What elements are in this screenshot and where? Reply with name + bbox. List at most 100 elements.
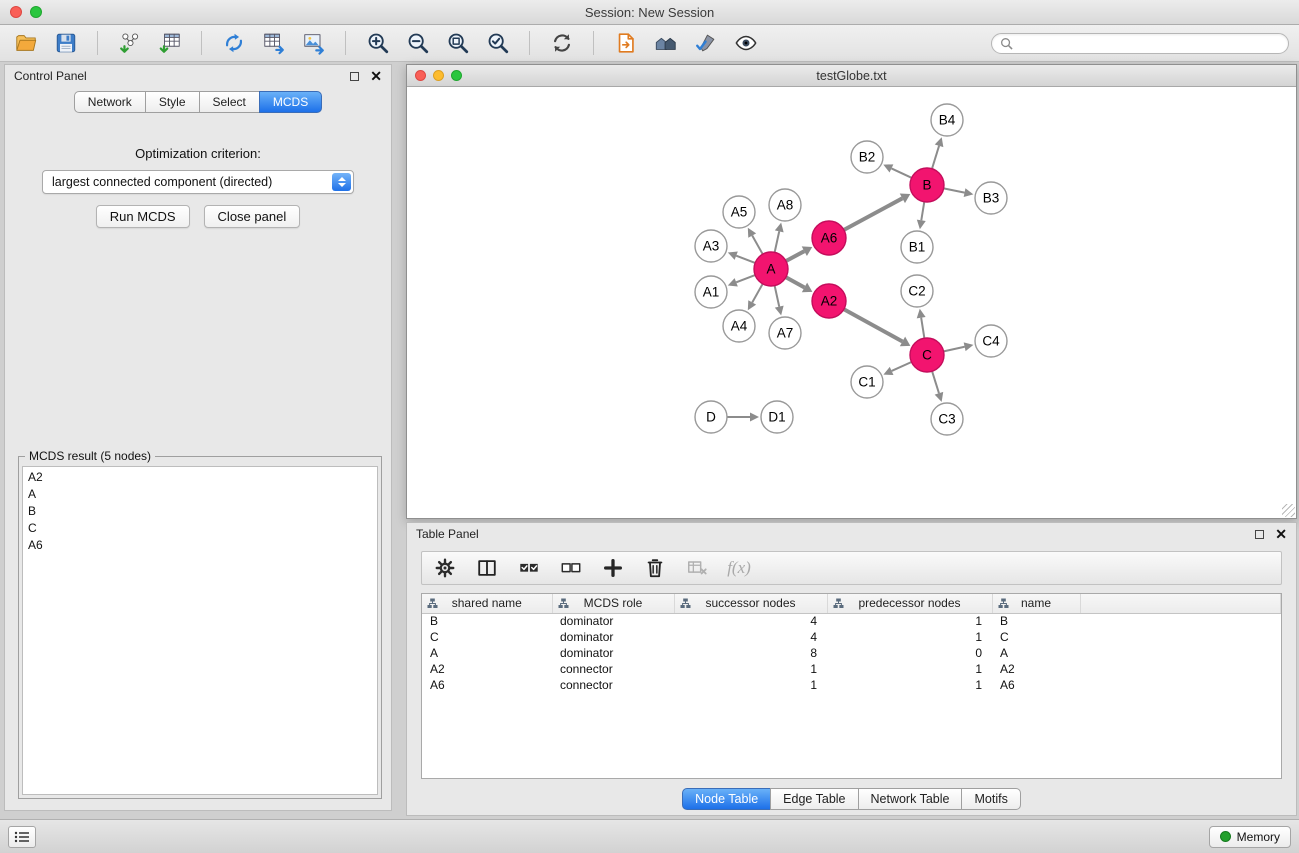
table-row[interactable]: A2connector11A2 [422, 661, 1281, 677]
zoom-fit-button[interactable] [442, 29, 473, 57]
zoom-network-window-button[interactable] [451, 70, 462, 81]
network-edge-B-B3[interactable] [944, 188, 965, 192]
function-builder-button[interactable]: f(x) [726, 555, 752, 581]
apply-layout-button[interactable] [546, 29, 577, 57]
mcds-result-list[interactable]: A2ABCA6 [22, 466, 378, 795]
show-graphics-details-button[interactable] [730, 29, 761, 57]
mcds-result-item[interactable]: A [23, 486, 377, 503]
import-network-button[interactable] [114, 29, 145, 57]
deselect-all-button[interactable] [558, 555, 584, 581]
run-mcds-button[interactable]: Run MCDS [96, 205, 190, 228]
float-panel-icon[interactable] [350, 72, 359, 81]
network-node-A1[interactable]: A1 [695, 276, 727, 308]
export-network-button[interactable] [218, 29, 249, 57]
column-header-successor-nodes[interactable]: successor nodes [674, 594, 827, 613]
network-edge-A-A2[interactable] [786, 277, 805, 287]
column-header-predecessor-nodes[interactable]: predecessor nodes [827, 594, 992, 613]
open-session-button[interactable] [10, 29, 41, 57]
network-edge-A-A1[interactable] [736, 275, 755, 282]
mcds-result-item[interactable]: B [23, 503, 377, 520]
tab-node-table[interactable]: Node Table [682, 788, 771, 810]
export-image-button[interactable] [298, 29, 329, 57]
save-session-button[interactable] [50, 29, 81, 57]
column-header-mcds-role[interactable]: MCDS role [552, 594, 674, 613]
zoom-window-button[interactable] [30, 6, 42, 18]
network-edge-A-A8[interactable] [775, 231, 780, 252]
table-settings-button[interactable] [432, 555, 458, 581]
zoom-out-button[interactable] [402, 29, 433, 57]
minimize-network-window-button[interactable] [433, 70, 444, 81]
tab-style[interactable]: Style [145, 91, 200, 113]
network-node-A2[interactable]: A2 [812, 284, 846, 318]
network-edge-B-B1[interactable] [921, 202, 924, 221]
search-input[interactable] [1018, 36, 1280, 50]
network-edge-A6-B[interactable] [844, 198, 902, 230]
network-edge-A-A6[interactable] [786, 251, 804, 261]
panel-menu-button[interactable] [8, 826, 36, 848]
zoom-selected-button[interactable] [482, 29, 513, 57]
tab-edge-table[interactable]: Edge Table [770, 788, 858, 810]
network-node-A8[interactable]: A8 [769, 189, 801, 221]
select-all-button[interactable] [516, 555, 542, 581]
delete-columns-button[interactable] [642, 555, 668, 581]
tab-motifs[interactable]: Motifs [961, 788, 1020, 810]
table-row[interactable]: Bdominator41B [422, 613, 1281, 629]
network-node-C1[interactable]: C1 [851, 366, 883, 398]
column-header-name[interactable]: name [992, 594, 1080, 613]
network-node-D1[interactable]: D1 [761, 401, 793, 433]
network-edge-A-A5[interactable] [752, 236, 762, 255]
tab-network-table[interactable]: Network Table [858, 788, 963, 810]
network-edge-A-A4[interactable] [752, 284, 762, 303]
network-node-C2[interactable]: C2 [901, 275, 933, 307]
import-table-button[interactable] [154, 29, 185, 57]
table-row[interactable]: Adominator80A [422, 645, 1281, 661]
tab-select[interactable]: Select [199, 91, 260, 113]
close-window-button[interactable] [10, 6, 22, 18]
mcds-result-item[interactable]: A2 [23, 469, 377, 486]
optimization-criterion-select[interactable]: largest connected component (directed) [42, 170, 354, 194]
search-box[interactable] [991, 33, 1289, 54]
network-node-B3[interactable]: B3 [975, 182, 1007, 214]
mcds-result-item[interactable]: A6 [23, 537, 377, 554]
new-network-from-selection-button[interactable] [610, 29, 641, 57]
network-node-D[interactable]: D [695, 401, 727, 433]
apply-style-button[interactable] [690, 29, 721, 57]
zoom-in-button[interactable] [362, 29, 393, 57]
network-edge-A2-C[interactable] [844, 309, 903, 341]
delete-table-button[interactable] [684, 555, 710, 581]
network-node-C[interactable]: C [910, 338, 944, 372]
network-node-A4[interactable]: A4 [723, 310, 755, 342]
network-node-B2[interactable]: B2 [851, 141, 883, 173]
network-edge-C-C2[interactable] [921, 318, 924, 339]
network-node-A[interactable]: A [754, 252, 788, 286]
export-table-button[interactable] [258, 29, 289, 57]
network-edge-B-B2[interactable] [891, 168, 911, 177]
show-columns-button[interactable] [474, 555, 500, 581]
network-node-C4[interactable]: C4 [975, 325, 1007, 357]
close-table-panel-icon[interactable]: ✕ [1275, 527, 1287, 541]
network-node-A7[interactable]: A7 [769, 317, 801, 349]
network-edge-C-C4[interactable] [944, 347, 965, 352]
close-panel-button[interactable]: Close panel [204, 205, 301, 228]
network-node-A5[interactable]: A5 [723, 196, 755, 228]
add-column-button[interactable] [600, 555, 626, 581]
mcds-result-item[interactable]: C [23, 520, 377, 537]
resize-grip-icon[interactable] [1282, 504, 1295, 517]
network-node-A6[interactable]: A6 [812, 221, 846, 255]
network-node-B1[interactable]: B1 [901, 231, 933, 263]
tab-mcds[interactable]: MCDS [259, 91, 322, 113]
network-edge-B-B4[interactable] [932, 146, 939, 169]
memory-button[interactable]: Memory [1209, 826, 1291, 848]
first-neighbors-button[interactable] [650, 29, 681, 57]
network-node-C3[interactable]: C3 [931, 403, 963, 435]
network-edge-A-A7[interactable] [775, 286, 780, 307]
column-header-shared-name[interactable]: shared name [422, 594, 552, 613]
table-row[interactable]: Cdominator41C [422, 629, 1281, 645]
close-control-panel-icon[interactable]: ✕ [370, 69, 382, 83]
network-node-A3[interactable]: A3 [695, 230, 727, 262]
close-network-window-button[interactable] [415, 70, 426, 81]
float-table-panel-icon[interactable] [1255, 530, 1264, 539]
network-edge-C-C3[interactable] [932, 371, 939, 393]
table-row[interactable]: A6connector11A6 [422, 677, 1281, 693]
network-canvas[interactable]: B4B2BB3A8A5A6A3B1AC2A1A2A4A7C4CC1DD1C3 [407, 87, 1296, 518]
